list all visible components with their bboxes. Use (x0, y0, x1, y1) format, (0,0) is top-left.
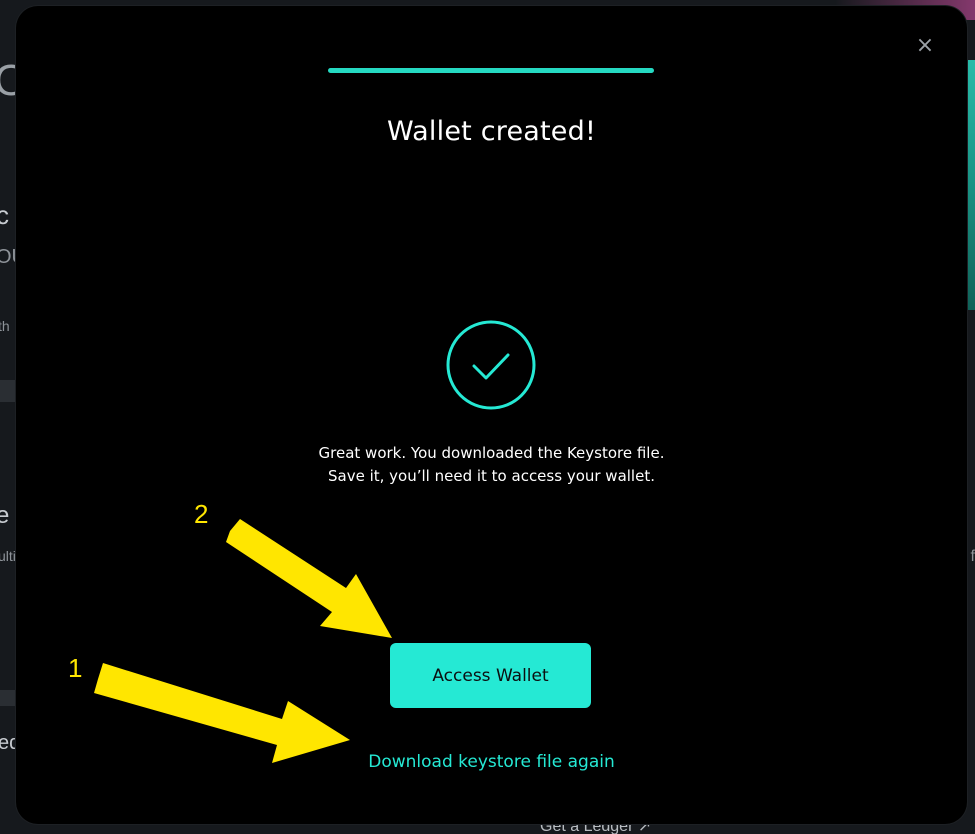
success-message: Great work. You downloaded the Keystore … (16, 442, 967, 488)
background-text: ulti (0, 548, 16, 564)
annotation-label-2: 2 (194, 499, 209, 529)
background-text: th (0, 318, 10, 334)
background-text: f (970, 548, 975, 565)
checkmark-circle-icon (445, 319, 537, 411)
close-icon[interactable]: × (913, 34, 937, 58)
background-text: c (0, 200, 9, 230)
access-wallet-button[interactable]: Access Wallet (390, 643, 591, 708)
download-keystore-again-link-row: Download keystore file again (16, 752, 967, 772)
modal-title: Wallet created! (387, 116, 596, 147)
success-message-line: Save it, you’ll need it to access your w… (328, 467, 655, 485)
download-keystore-again-link[interactable]: Download keystore file again (368, 752, 614, 772)
success-message-line: Great work. You downloaded the Keystore … (318, 444, 665, 462)
wallet-created-modal: × Wallet created! Great work. You downlo… (16, 6, 967, 824)
progress-bar (328, 68, 654, 73)
annotation-label-1: 1 (68, 653, 83, 683)
